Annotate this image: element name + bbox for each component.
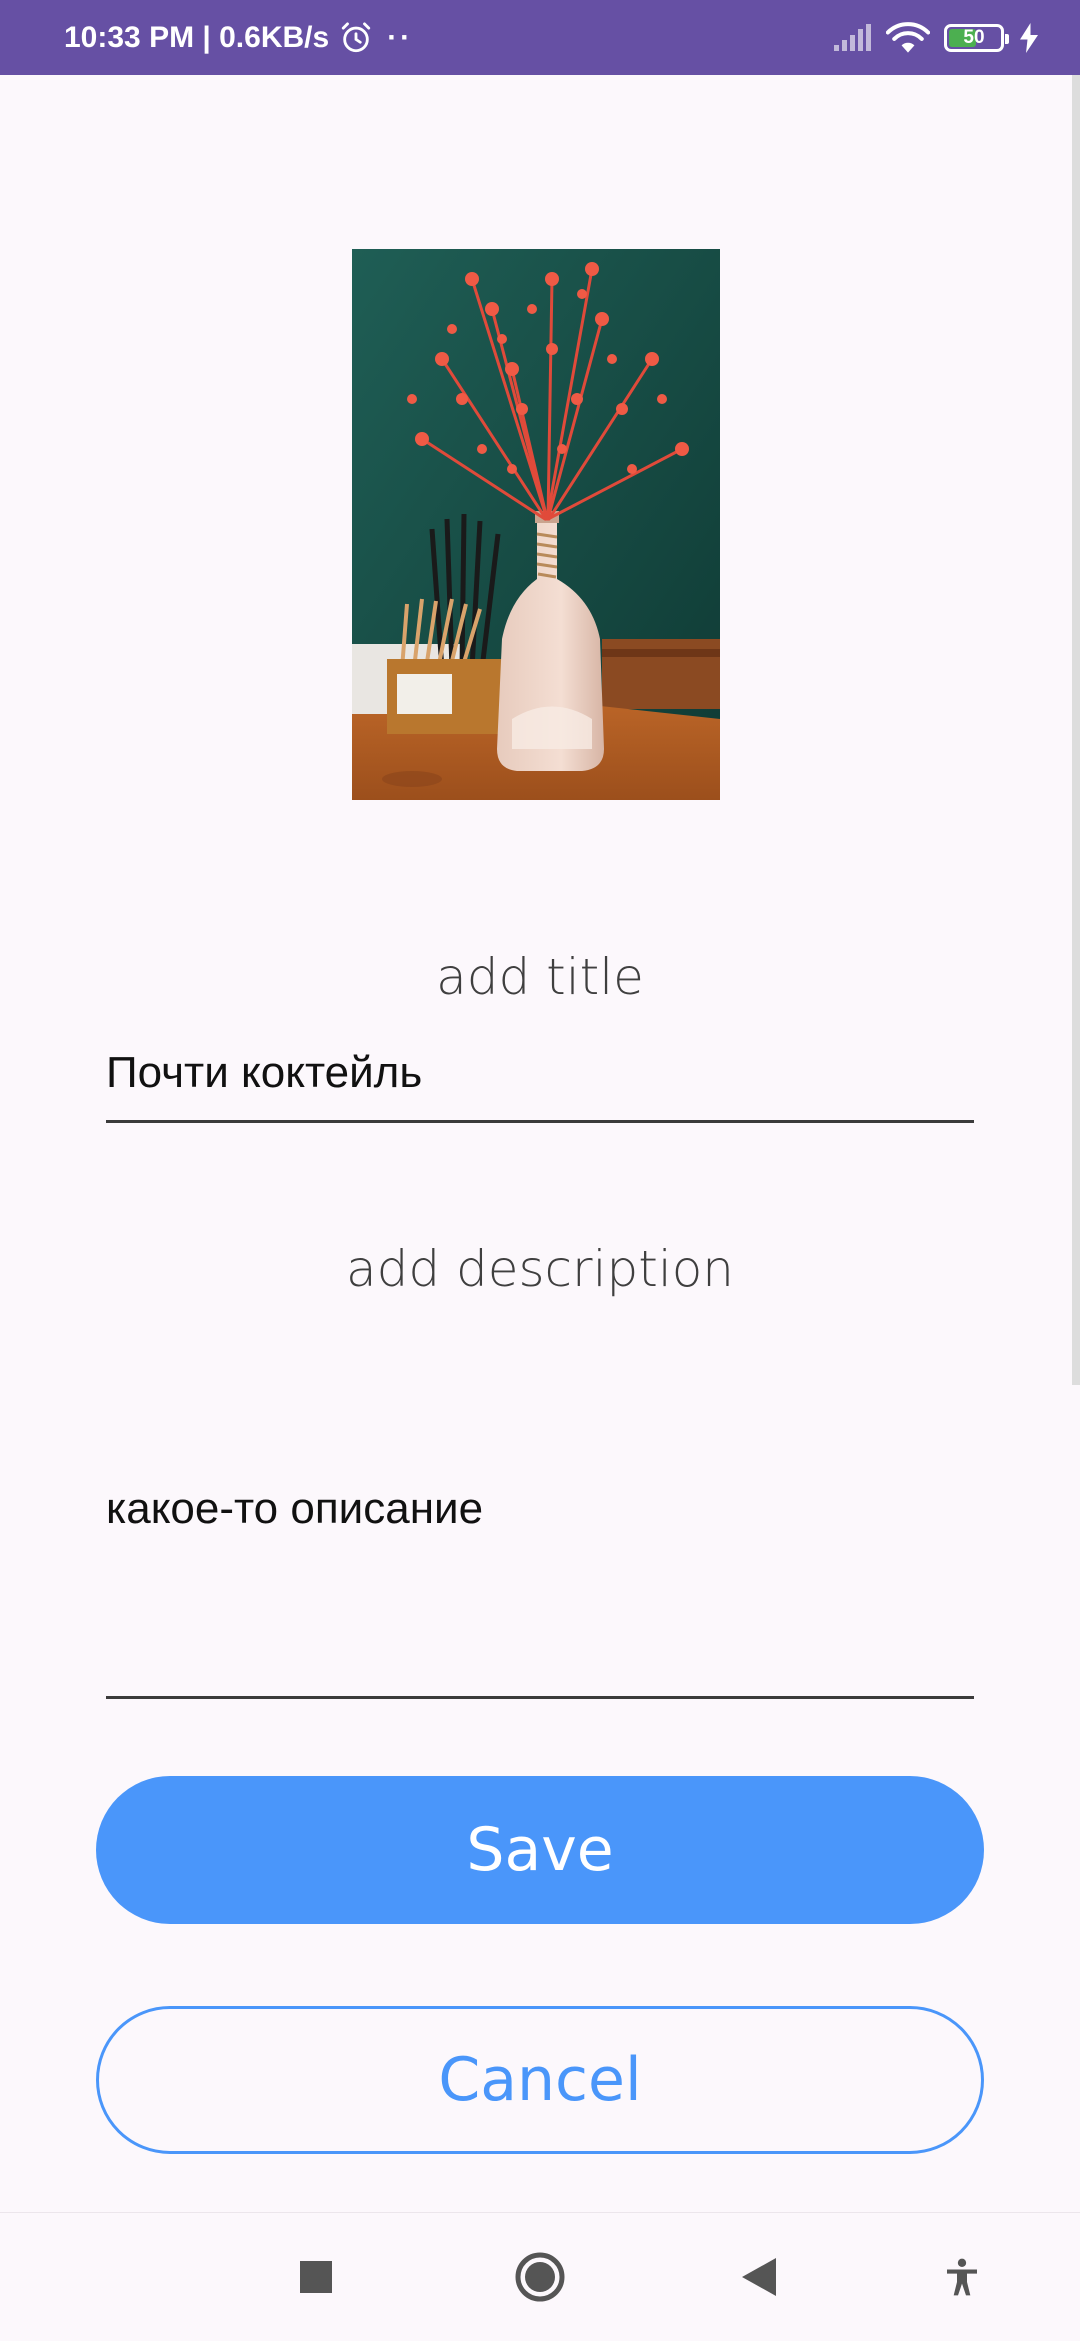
recents-icon [300,2261,332,2293]
notification-dots: ·· [387,20,414,54]
selected-photo[interactable] [352,249,720,800]
save-button[interactable]: Save [96,1776,984,1924]
back-icon [742,2258,776,2296]
status-bar: 10:33 PM | 0.6KB/s ·· 50 [0,0,1080,75]
home-icon [515,2252,565,2302]
charging-icon [1020,22,1038,53]
description-input-value: какое-то описание [106,1484,484,1533]
wifi-icon [886,21,930,53]
add-title-label: add title [436,948,644,1006]
status-right: 50 [832,0,1040,75]
signal-icon [834,23,871,51]
navigation-bar [0,2212,1080,2341]
scrollbar-thumb[interactable] [1072,75,1080,1385]
description-input[interactable]: какое-то описание [106,1484,974,1699]
title-input-value: Почти коктейль [106,1048,423,1097]
recents-button[interactable] [276,2213,356,2341]
add-description-label: add description [345,1240,734,1298]
back-button[interactable] [720,2213,800,2341]
accessibility-icon [947,2258,977,2296]
cancel-button[interactable]: Cancel [96,2006,984,2154]
title-input[interactable]: Почти коктейль [106,1048,974,1123]
status-left: 10:33 PM | 0.6KB/s ·· [64,0,413,75]
photo-illustration [352,249,720,800]
accessibility-button[interactable] [922,2213,1002,2341]
battery-level: 50 [963,26,985,48]
alarm-icon [342,21,371,52]
status-time-speed: 10:33 PM | 0.6KB/s [64,20,330,54]
battery-icon: 50 [944,23,1009,52]
home-button[interactable] [500,2213,580,2341]
